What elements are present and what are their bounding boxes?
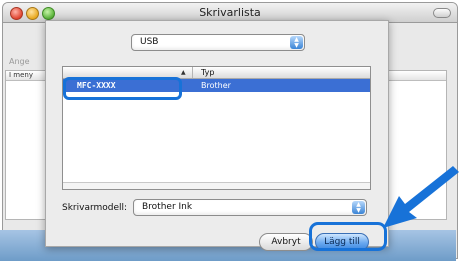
- column-header-type[interactable]: Typ: [201, 67, 214, 78]
- cancel-button[interactable]: Avbryt: [259, 233, 313, 251]
- popup-arrows-icon: ▲ ▼: [352, 201, 365, 214]
- window-title: Skrivarlista: [199, 6, 261, 19]
- printer-model-label: Skrivarmodell:: [62, 203, 128, 213]
- background-label: Ange: [9, 57, 30, 66]
- add-printer-sheet: USB ▲ ▼ ▲ Typ MFC-XXXX Brother Skrivarmod…: [45, 20, 389, 251]
- table-bottom-bar: [63, 182, 370, 189]
- sort-ascending-icon: ▲: [181, 69, 186, 76]
- printer-model-popup[interactable]: Brother Ink ▲ ▼: [133, 199, 367, 216]
- connection-type-popup[interactable]: USB ▲ ▼: [131, 34, 305, 51]
- popup-arrows-icon: ▲ ▼: [290, 36, 303, 49]
- printer-highlight-outline: [63, 77, 182, 100]
- toolbar-toggle-button[interactable]: [433, 8, 451, 18]
- printer-type-cell: Brother: [201, 81, 231, 90]
- printer-model-value: Brother Ink: [142, 202, 193, 212]
- connection-type-value: USB: [140, 37, 159, 47]
- arrow-pointer-icon: [383, 166, 459, 228]
